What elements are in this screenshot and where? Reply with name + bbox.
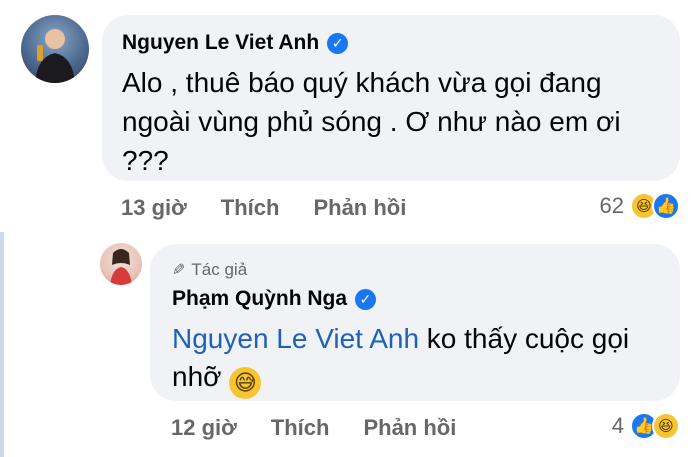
author-badge: ✎ Tác giả (172, 260, 247, 280)
reaction-count: 62 (599, 193, 624, 218)
author-badge-label: Tác giả (191, 260, 248, 279)
comment-actions: 12 giờ Thích Phản hồi (171, 415, 456, 441)
comment-actions: 13 giờ Thích Phản hồi (121, 195, 406, 221)
haha-icon: 😆 (652, 412, 680, 440)
comment-thread: Nguyen Le Viet Anh ✓ Alo , thuê báo quý … (0, 0, 700, 457)
like-button[interactable]: Thích (271, 415, 330, 441)
like-button[interactable]: Thích (221, 195, 280, 221)
avatar[interactable] (21, 15, 89, 83)
pencil-icon: ✎ (172, 262, 186, 279)
comment-timestamp[interactable]: 12 giờ (171, 415, 237, 441)
author-name[interactable]: Phạm Quỳnh Nga (172, 287, 347, 311)
avatar[interactable] (100, 243, 142, 285)
comment-author[interactable]: Nguyen Le Viet Anh ✓ (122, 31, 349, 55)
author-name[interactable]: Nguyen Le Viet Anh (122, 31, 319, 55)
reply-thread-line (0, 232, 4, 457)
verified-badge-icon: ✓ (355, 288, 377, 310)
comment-text: Nguyen Le Viet Anh ko thấy cuộc gọi nhỡ … (172, 320, 672, 399)
comment-author[interactable]: Phạm Quỳnh Nga ✓ (172, 287, 377, 311)
reply-button[interactable]: Phản hồi (313, 195, 406, 221)
reply-button[interactable]: Phản hồi (363, 415, 456, 441)
reaction-summary[interactable]: 4 👍 😆 (612, 412, 680, 440)
verified-badge-icon: ✓ (327, 32, 349, 54)
reaction-summary[interactable]: 62 😆 👍 (600, 192, 680, 220)
grinning-sweat-emoji-icon: 😅 (229, 367, 262, 399)
reaction-count: 4 (611, 413, 624, 438)
like-icon: 👍 (652, 192, 680, 220)
person-avatar-icon (110, 249, 132, 285)
comment-text: Alo , thuê báo quý khách vừa gọi đang ng… (122, 67, 621, 176)
mention-link[interactable]: Nguyen Le Viet Anh (172, 323, 419, 354)
comment-bubble: Nguyen Le Viet Anh ✓ Alo , thuê báo quý … (102, 15, 680, 181)
reply-bubble: ✎ Tác giả Phạm Quỳnh Nga ✓ Nguyen Le Vie… (150, 244, 680, 401)
comment-timestamp[interactable]: 13 giờ (121, 195, 187, 221)
person-avatar-icon (35, 29, 75, 83)
